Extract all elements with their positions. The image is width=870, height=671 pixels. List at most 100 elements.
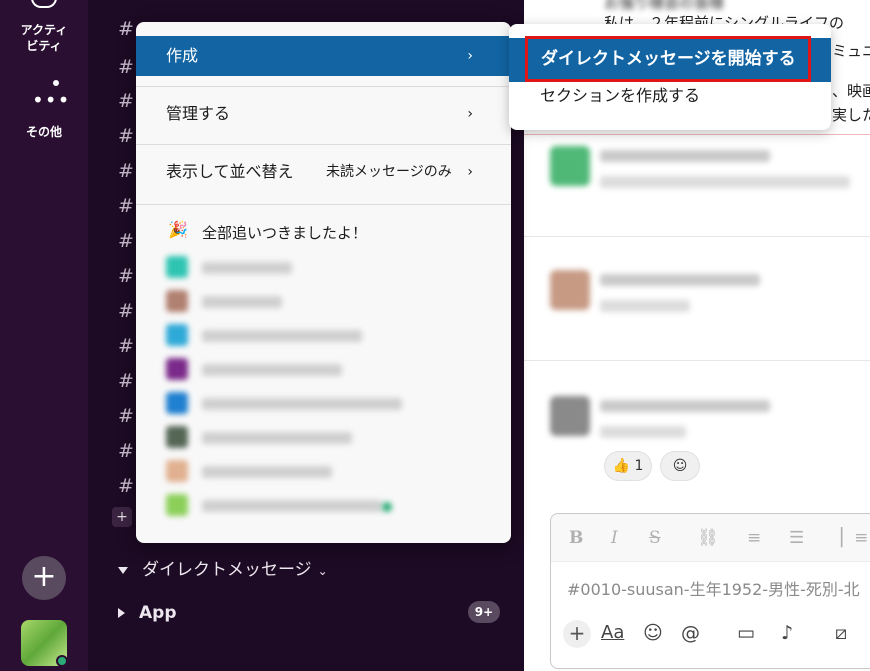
reaction-thumbs-up[interactable]: 👍 1 <box>604 451 652 481</box>
avatar[interactable] <box>550 270 590 310</box>
menu-item-create-section[interactable]: セクションを作成する <box>540 82 700 110</box>
avatar[interactable] <box>166 426 188 448</box>
italic-icon[interactable]: I <box>611 528 618 548</box>
more-label[interactable]: その他 <box>0 124 88 140</box>
avatar[interactable] <box>166 494 188 516</box>
message-text <box>600 300 690 312</box>
channel-hash-icon[interactable]: # <box>118 195 134 217</box>
attach-plus-icon[interactable]: + <box>563 620 591 648</box>
blockquote-icon[interactable]: ▏≡ <box>841 528 868 548</box>
avatar[interactable] <box>550 396 590 436</box>
caret-down-icon <box>118 566 128 574</box>
message-text: ミュニ <box>832 42 870 60</box>
presence-dot <box>382 502 392 512</box>
divider <box>524 236 870 237</box>
channel-hash-icon[interactable]: # <box>118 265 134 287</box>
channel-hash-icon[interactable]: # <box>118 160 134 182</box>
message-composer[interactable]: B I S ⛓ ≡ ☰ ▏≡ #0010-suusan-生年1952-男性-死別… <box>550 513 870 669</box>
bold-icon[interactable]: B <box>569 528 583 548</box>
message-text: 、映画 <box>832 82 870 100</box>
menu-item-label: 表示して並べ替え <box>166 162 294 181</box>
channel-hash-icon[interactable]: # <box>118 90 134 112</box>
menu-item-start-dm[interactable]: ダイレクトメッセージを開始する <box>525 36 811 82</box>
avatar[interactable] <box>166 256 188 278</box>
divider <box>136 86 511 87</box>
add-channel-icon[interactable]: + <box>112 507 132 527</box>
party-popper-icon: 🎉 <box>168 220 188 239</box>
plus-icon[interactable]: + <box>22 556 66 600</box>
sender-name <box>600 400 770 412</box>
channel-hash-icon[interactable]: # <box>118 405 134 427</box>
display-sort-value: 未読メッセージのみ <box>326 164 452 180</box>
channel-hash-icon[interactable]: # <box>118 440 134 462</box>
avatar[interactable] <box>166 460 188 482</box>
activity-label[interactable]: アクティ ビティ <box>0 22 88 54</box>
channel-hash-icon[interactable]: # <box>118 475 134 497</box>
dm-name[interactable] <box>202 466 332 478</box>
channel-hash-icon[interactable]: # <box>118 125 134 147</box>
app-unread-badge: 9+ <box>468 601 500 623</box>
divider <box>136 204 511 205</box>
create-submenu: ダイレクトメッセージを開始する セクションを作成する <box>509 24 831 130</box>
dm-name[interactable] <box>202 296 282 308</box>
ordered-list-icon[interactable]: ≡ <box>747 528 761 548</box>
dm-name[interactable] <box>202 398 402 410</box>
chevron-down-icon[interactable]: ⌄ <box>318 564 328 578</box>
channel-hash-icon[interactable]: # <box>118 230 134 252</box>
message-text: 実した <box>832 106 870 124</box>
slash-command-icon[interactable]: ⧄ <box>835 622 847 644</box>
dm-section-label: ダイレクトメッセージ <box>142 560 312 580</box>
message-text <box>600 176 850 188</box>
chevron-right-icon: › <box>467 106 473 122</box>
dm-name[interactable] <box>202 432 352 444</box>
avatar[interactable] <box>550 146 590 186</box>
microphone-icon[interactable]: ♪ <box>781 622 793 644</box>
sender-name <box>600 150 770 162</box>
chevron-right-icon: › <box>467 164 473 180</box>
avatar[interactable] <box>166 324 188 346</box>
strikethrough-icon[interactable]: S <box>649 528 661 548</box>
app-section-toggle[interactable]: App <box>118 603 177 623</box>
menu-item-create[interactable]: 作成 › <box>136 36 511 76</box>
channel-hash-icon[interactable]: # <box>118 335 134 357</box>
avatar[interactable] <box>166 358 188 380</box>
emoji-icon[interactable]: ☺ <box>643 622 663 644</box>
caught-up-text: 全部追いつきましたよ！ <box>202 224 368 242</box>
avatar[interactable] <box>166 290 188 312</box>
message-text <box>600 426 686 438</box>
dm-name[interactable] <box>202 262 292 274</box>
add-reaction-button[interactable]: ☺ <box>660 451 700 481</box>
more-icon[interactable]: ••• <box>32 88 70 112</box>
menu-item-display-sort[interactable]: 表示して並べ替え 未読メッセージのみ › <box>136 152 511 192</box>
app-section-label: App <box>139 603 177 623</box>
channel-hash-icon[interactable]: # <box>118 18 134 40</box>
dm-name[interactable] <box>202 500 382 512</box>
dm-name[interactable] <box>202 330 362 342</box>
mention-icon[interactable]: @ <box>681 622 700 644</box>
sender-name <box>600 274 760 286</box>
channel-hash-icon[interactable]: # <box>118 56 134 78</box>
channel-hash-icon[interactable]: # <box>118 370 134 392</box>
divider <box>136 144 511 145</box>
reaction-count: 1 <box>634 458 644 474</box>
menu-item-label: 管理する <box>166 104 231 123</box>
add-reaction-icon: ☺ <box>672 458 688 474</box>
more-indicator-dot <box>53 80 59 86</box>
menu-item-manage[interactable]: 管理する › <box>136 94 511 134</box>
avatar[interactable] <box>166 392 188 414</box>
link-icon[interactable]: ⛓ <box>697 528 719 548</box>
bell-icon[interactable] <box>31 0 57 8</box>
channel-hash-icon[interactable]: # <box>118 300 134 322</box>
context-menu: 作成 › 管理する › 表示して並べ替え 未読メッセージのみ › 🎉 全部追いつ… <box>136 22 511 543</box>
thumbs-up-icon: 👍 <box>612 458 631 474</box>
bullet-list-icon[interactable]: ☰ <box>789 528 804 548</box>
message-input[interactable]: #0010-suusan-生年1952-男性-死別-北 <box>567 576 860 600</box>
formatting-toggle-icon[interactable]: Aa <box>601 622 624 643</box>
workspace-rail: アクティ ビティ ••• その他 + <box>0 0 88 671</box>
dm-name[interactable] <box>202 364 342 376</box>
dm-section-toggle[interactable]: ダイレクトメッセージ ⌄ <box>118 555 328 580</box>
presence-dot <box>56 655 68 667</box>
video-icon[interactable]: ▭ <box>737 622 755 644</box>
divider <box>524 360 870 361</box>
new-messages-divider <box>524 134 870 135</box>
